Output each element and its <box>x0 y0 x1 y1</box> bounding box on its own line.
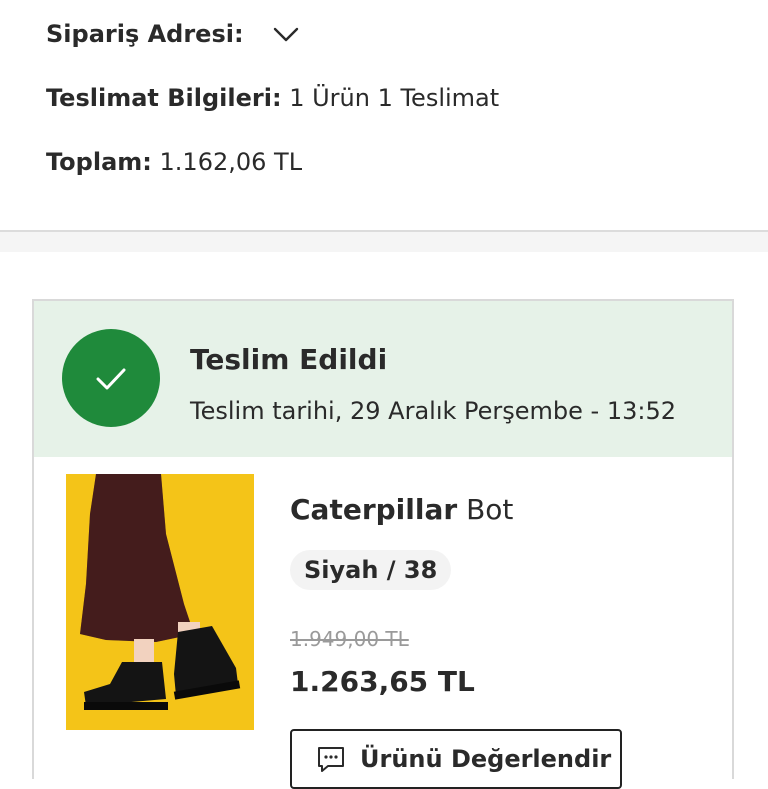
delivery-value: 1 Ürün 1 Teslimat <box>289 84 500 112</box>
order-total: Toplam: 1.162,06 TL <box>46 148 302 176</box>
delivery-info: Teslimat Bilgileri: 1 Ürün 1 Teslimat <box>46 84 499 112</box>
review-product-button[interactable]: Ürünü Değerlendir <box>290 729 622 789</box>
product-brand: Caterpillar <box>290 493 458 526</box>
total-value: 1.162,06 TL <box>159 148 303 176</box>
product-title[interactable]: Caterpillar Bot <box>290 493 513 526</box>
status-title: Teslim Edildi <box>190 343 388 376</box>
check-icon <box>62 329 160 427</box>
review-button-label: Ürünü Değerlendir <box>360 745 612 773</box>
section-gap <box>0 232 768 252</box>
address-toggle[interactable]: Sipariş Adresi: <box>46 20 300 48</box>
chat-bubble-icon <box>316 744 346 774</box>
total-label: Toplam: <box>46 148 152 176</box>
product-name: Bot <box>466 493 514 526</box>
current-price: 1.263,65 TL <box>290 665 475 698</box>
variant-chip: Siyah / 38 <box>290 550 452 590</box>
product-image[interactable] <box>66 474 254 730</box>
old-price: 1.949,00 TL <box>290 627 409 651</box>
address-label: Sipariş Adresi: <box>46 20 244 48</box>
order-summary: Sipariş Adresi: Teslimat Bilgileri: 1 Ür… <box>0 0 768 230</box>
delivery-date: Teslim tarihi, 29 Aralık Perşembe - 13:5… <box>190 397 676 425</box>
chevron-down-icon[interactable] <box>272 20 300 48</box>
shipment-card: Teslim Edildi Teslim tarihi, 29 Aralık P… <box>32 299 734 789</box>
delivery-status-banner: Teslim Edildi Teslim tarihi, 29 Aralık P… <box>34 301 732 457</box>
delivery-label: Teslimat Bilgileri: <box>46 84 282 112</box>
